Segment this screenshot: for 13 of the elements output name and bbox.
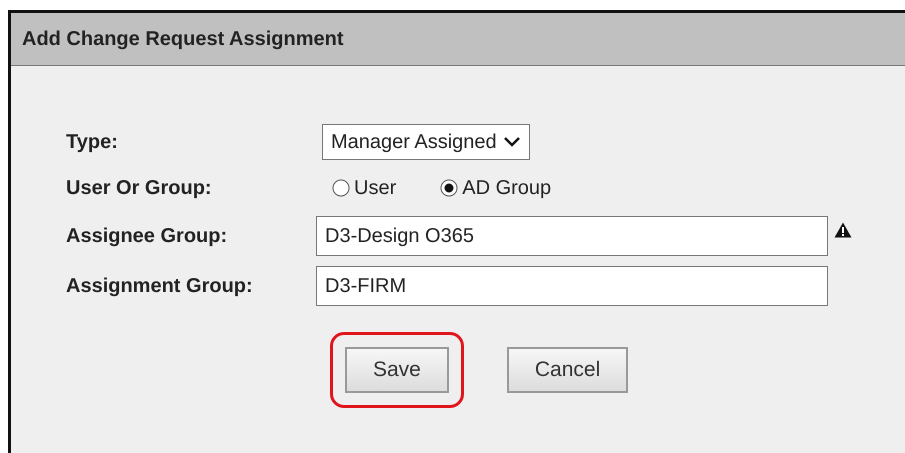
radio-option[interactable]: AD Group xyxy=(440,176,552,200)
field-label: Assignee Group: xyxy=(66,224,228,248)
dialog-button[interactable]: Cancel xyxy=(506,347,628,393)
type-dropdown[interactable]: Manager Assigned xyxy=(322,124,530,160)
radio-option[interactable]: User xyxy=(332,176,396,200)
field-label: User Or Group: xyxy=(66,176,213,200)
dialog-button[interactable]: Save xyxy=(345,347,449,393)
dialog-title: Add Change Request Assignment xyxy=(11,13,905,66)
input-field[interactable]: D3-FIRM xyxy=(316,266,828,306)
field-label: Type: xyxy=(66,130,119,154)
field-label: Assignment Group: xyxy=(66,274,254,298)
input-field[interactable]: D3-Design O365 xyxy=(316,216,828,256)
caret-icon xyxy=(502,136,521,148)
